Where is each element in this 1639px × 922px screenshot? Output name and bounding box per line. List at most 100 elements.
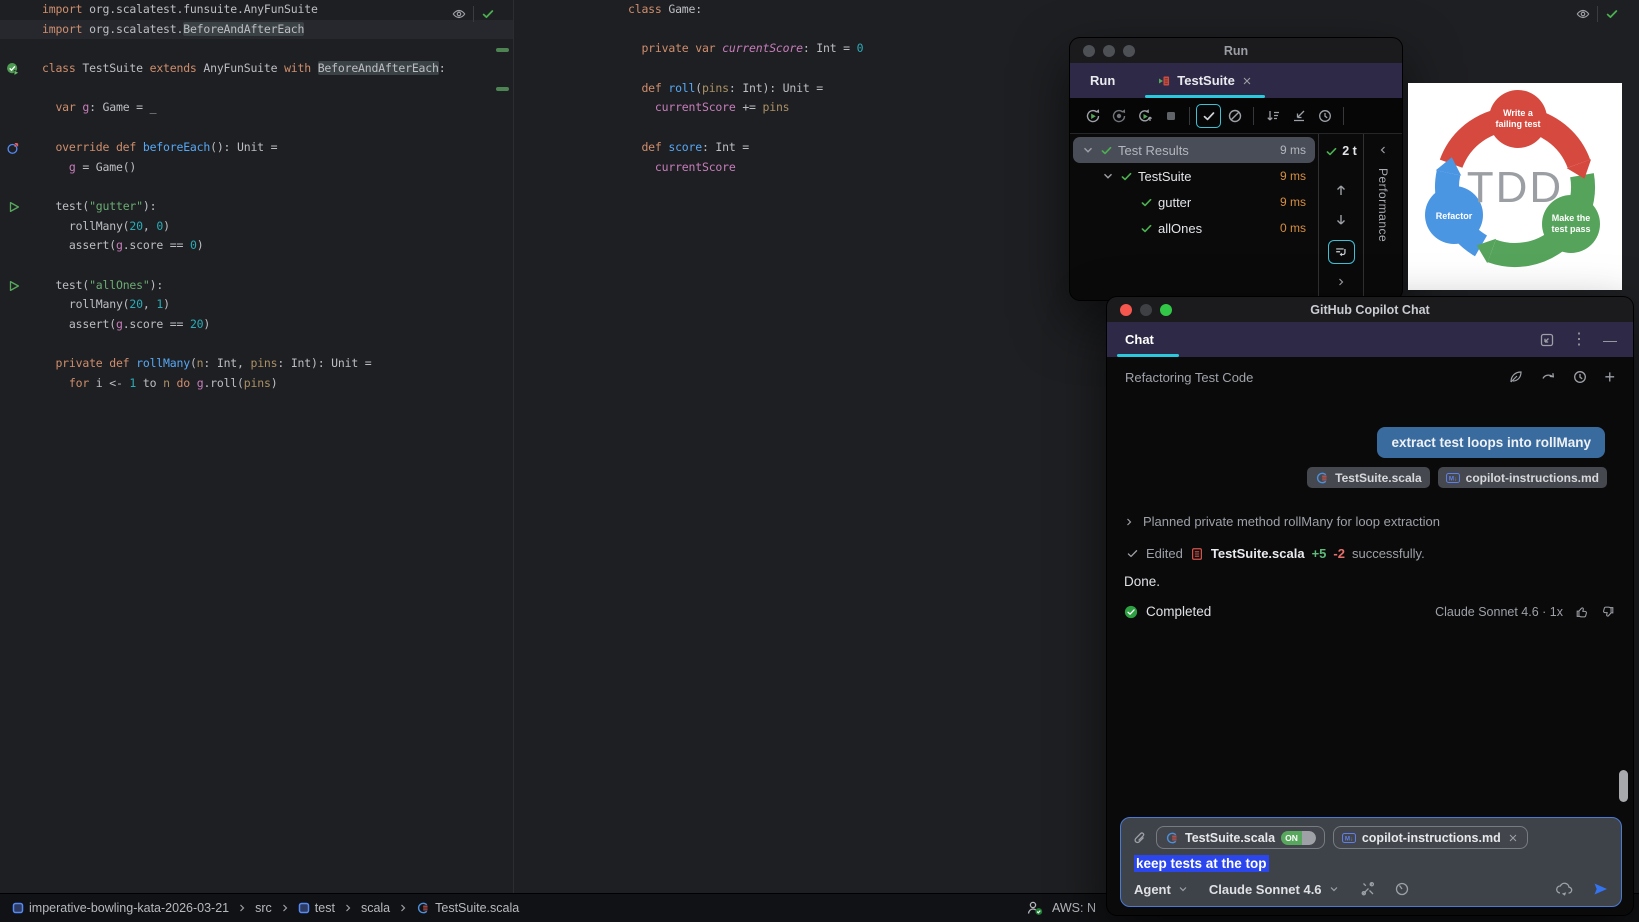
run-test-gutter-icon[interactable] [7,200,21,214]
chat-input-text[interactable]: keep tests at the top [1134,855,1621,872]
sort-by-duration-button[interactable] [1260,104,1285,128]
overriding-method-gutter-icon[interactable] [6,141,20,155]
code-line: import org.scalatest.BeforeAndAfterEach [42,21,305,36]
eye-icon[interactable] [452,7,466,21]
model-selector[interactable]: Claude Sonnet 4.6 [1209,882,1322,897]
input-attachment-chip[interactable]: M↓ copilot-instructions.md [1332,826,1528,849]
test-tree-row[interactable]: gutter 9 ms [1073,189,1315,215]
chevron-down-icon[interactable] [1101,169,1115,183]
tab-performance[interactable]: Performance [1376,168,1390,242]
zoom-button[interactable] [1160,303,1172,316]
window-title: GitHub Copilot Chat [1310,302,1430,317]
inspections-widget[interactable] [1576,6,1619,22]
scrollbar-thumb[interactable] [1619,770,1628,802]
active-tab-underline [1117,354,1179,357]
chat-window-titlebar[interactable]: GitHub Copilot Chat [1107,297,1633,322]
eye-icon[interactable] [1576,7,1590,21]
code-area-testsuite[interactable]: import org.scalatest.funsuite.AnyFunSuit… [42,0,446,394]
chevron-down-icon[interactable] [1177,883,1189,895]
import-test-results-button[interactable] [1286,104,1311,128]
stop-button[interactable] [1158,104,1183,128]
test-results-tree[interactable]: Test Results 9 ms TestSuite 9 ms gutter 9 ms a… [1070,134,1318,300]
close-button[interactable] [1120,303,1132,316]
check-green-icon[interactable] [1605,7,1619,21]
open-in-editor-icon[interactable] [1539,332,1555,348]
test-tree-row[interactable]: Test Results 9 ms [1073,137,1315,163]
agent-plan-row[interactable]: Planned private method rollMany for loop… [1123,514,1633,529]
chevron-right-icon[interactable] [1335,276,1347,288]
zoom-button[interactable] [1123,44,1135,57]
test-tree-row[interactable]: TestSuite 9 ms [1073,163,1315,189]
copilot-chat-window[interactable]: GitHub Copilot Chat Chat ⋮ — Refactoring… [1107,297,1633,915]
input-attachment-chip[interactable]: TestSuite.scala ON [1156,826,1325,849]
chat-input-box[interactable]: TestSuite.scala ON M↓ copilot-instructions.… [1120,817,1622,907]
vcs-change-stripe [496,48,509,52]
show-ignored-button[interactable] [1222,104,1247,128]
tab-chat[interactable]: Chat [1107,322,1179,357]
thumbs-down-icon[interactable] [1601,605,1615,619]
tools-icon[interactable] [1360,881,1376,897]
history-icon[interactable] [1572,369,1588,385]
breadcrumb-item[interactable]: scala [361,901,390,915]
hide-icon[interactable]: — [1603,333,1617,347]
minimize-button[interactable] [1140,303,1152,316]
next-test-button[interactable] [1333,212,1349,228]
svg-text:M↓: M↓ [1345,835,1353,842]
close-icon[interactable] [1241,75,1253,87]
rerun-button[interactable] [1080,104,1105,128]
test-tree-row[interactable]: allOnes 0 ms [1073,215,1315,241]
breadcrumb-label: TestSuite.scala [435,901,520,915]
run-class-gutter-icon[interactable] [6,62,20,76]
send-icon[interactable] [1593,881,1609,897]
minimize-button[interactable] [1103,44,1115,57]
rerun-icon [1085,108,1101,124]
chevron-left-icon[interactable] [1377,144,1389,156]
edited-file-row[interactable]: Edited TestSuite.scala +5 -2 successfull… [1126,546,1633,561]
chevron-down-icon[interactable] [1081,143,1095,157]
cloud-send-icon[interactable] [1555,880,1573,898]
track-running-test-icon [1334,245,1348,259]
code-line: private var currentScore: Int = 0 [628,41,864,56]
breadcrumb-item[interactable]: src [255,901,272,915]
test-history-button[interactable] [1312,104,1337,128]
editor-testsuite[interactable]: import org.scalatest.funsuite.AnyFunSuit… [0,0,513,893]
check-green-icon[interactable] [481,7,495,21]
run-tool-window[interactable]: Run Run TestSuite Test Results 9 ms TestSu… [1070,38,1402,300]
breadcrumb-item[interactable]: test [298,901,335,915]
breadcrumb-item[interactable]: imperative-bowling-kata-2026-03-21 [12,901,229,915]
prompt-editor-icon[interactable] [1508,369,1524,385]
run-window-titlebar[interactable]: Run [1070,38,1402,63]
previous-test-button[interactable] [1333,182,1349,198]
attachment-toggle[interactable]: ON [1281,830,1316,845]
toolbar-separator [1253,106,1254,125]
attachment-chip[interactable]: TestSuite.scala [1307,467,1430,488]
show-passed-button[interactable] [1196,103,1221,128]
code-area-game[interactable]: class Game: private var currentScore: In… [628,0,864,177]
breadcrumb-item[interactable]: TestSuite.scala [416,901,519,915]
thumbs-up-icon[interactable] [1575,605,1589,619]
track-running-test-button[interactable] [1327,240,1355,264]
mode-selector[interactable]: Agent [1134,882,1171,897]
rerun-failed-button[interactable] [1132,104,1157,128]
code-line: def roll(pins: Int): Unit = [628,80,824,95]
redo-icon[interactable] [1540,369,1556,385]
aws-status[interactable]: AWS: N [1026,899,1106,917]
resume-button[interactable] [1106,104,1131,128]
new-chat-icon[interactable]: + [1604,368,1615,386]
attachment-chip[interactable]: M↓ copilot-instructions.md [1437,467,1607,488]
close-icon[interactable] [1507,832,1519,844]
code-line: var g: Game = _ [42,100,157,115]
attach-icon[interactable] [1132,830,1148,846]
code-line: currentScore [654,159,736,174]
usage-meter-icon[interactable] [1394,881,1410,897]
run-test-gutter-icon[interactable] [7,279,21,293]
kebab-menu-icon[interactable]: ⋮ [1571,331,1587,348]
import-test-results-icon [1291,108,1307,124]
chevron-down-icon[interactable] [1328,883,1340,895]
close-button[interactable] [1083,44,1095,57]
inspections-widget[interactable] [452,6,495,22]
tab-testsuite[interactable]: TestSuite [1145,63,1265,98]
